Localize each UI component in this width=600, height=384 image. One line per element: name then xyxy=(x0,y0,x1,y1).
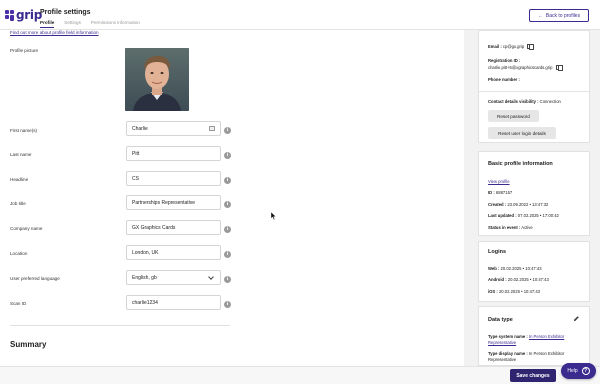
created-row: Created : 23.09.2022 • 13:47:32 xyxy=(488,202,549,207)
reset-password-button[interactable]: Reset password xyxy=(488,110,539,122)
help-label: Help xyxy=(567,368,578,374)
contact-card-icon xyxy=(209,126,215,131)
contact-details-card: Email : cp@gx.grip Registration ID : cha… xyxy=(478,30,590,143)
headline-info-icon[interactable]: i xyxy=(224,177,231,184)
type-display-name-row: Type display name : In Person Exhibitor … xyxy=(488,351,565,362)
basic-profile-info-title: Basic profile information xyxy=(488,161,553,167)
profile-id-row: ID : 6887157 xyxy=(488,190,513,195)
arrow-left-icon: ← xyxy=(537,12,543,19)
profile-id-value: 6887157 xyxy=(495,190,513,195)
preferred-language-info-icon[interactable]: i xyxy=(224,276,231,283)
data-type-title: Data type xyxy=(488,317,513,323)
company-name-info-icon[interactable]: i xyxy=(224,226,231,233)
first-name-info-icon[interactable]: i xyxy=(224,127,231,134)
email-label: Email : xyxy=(488,44,502,49)
headline-value: CS xyxy=(132,175,139,182)
job-title-value: Partnerships Representative xyxy=(132,199,196,206)
question-mark-icon: ? xyxy=(581,367,590,375)
job-title-input[interactable]: Partnerships Representative xyxy=(126,195,221,210)
back-to-profiles-button[interactable]: ← Back to profiles xyxy=(529,9,589,22)
profile-picture[interactable] xyxy=(125,48,189,111)
view-profile-link[interactable]: View profile xyxy=(488,179,510,184)
back-to-profiles-label: Back to profiles xyxy=(545,12,581,19)
scan-id-value: charlie1234 xyxy=(132,299,158,306)
contact-visibility-value: Connection xyxy=(539,99,561,104)
location-input[interactable]: London, UK xyxy=(126,245,221,260)
contact-visibility-label: Contact details visibility : xyxy=(488,99,539,104)
last-updated-value: 07.02.2025 • 17:00:42 xyxy=(517,213,559,218)
scan-id-input[interactable]: charlie1234 xyxy=(126,295,221,310)
company-name-input[interactable]: GX Graphics Cards xyxy=(126,220,221,235)
first-name-value: Charlie xyxy=(132,125,148,132)
first-name-label: First name(s) xyxy=(10,128,38,133)
copy-icon[interactable] xyxy=(527,43,535,50)
scan-id-info-icon[interactable]: i xyxy=(224,301,231,308)
top-header: grip Profile settings Profile Settings P… xyxy=(0,0,600,30)
registration-id-value: charlie.pitt+5@xgraphicscards.grip xyxy=(488,65,553,70)
section-divider xyxy=(10,325,230,326)
save-changes-button[interactable]: Save changes xyxy=(510,369,556,382)
grip-logo-text: grip xyxy=(16,8,43,22)
grip-logo[interactable]: grip xyxy=(5,8,42,22)
status-value: Active xyxy=(521,225,533,230)
ios-login-row: iOS : 20.02.2025 • 10:47:43 xyxy=(488,289,541,294)
data-type-card: Data type Type system name : Type system… xyxy=(478,306,590,366)
last-name-input[interactable]: Pitt xyxy=(126,146,221,161)
chevron-down-icon xyxy=(208,273,214,280)
logins-title: Logins xyxy=(488,249,507,255)
profile-picture-image xyxy=(125,48,189,111)
android-login-row: Android : 20.02.2025 • 10:47:43 xyxy=(488,277,549,282)
company-name-label: Company name xyxy=(10,226,43,231)
tab-settings[interactable]: Settings xyxy=(64,20,81,28)
preferred-language-select[interactable]: English, gb xyxy=(126,270,221,285)
contact-visibility-row: Contact details visibility : Connection xyxy=(488,99,561,104)
tab-permissions-information[interactable]: Permissions information xyxy=(91,20,140,28)
tab-profile[interactable]: Profile xyxy=(40,20,55,28)
web-login-row: Web : 20.02.2025 • 10:47:43 xyxy=(488,266,542,271)
email-row: Email : cp@gx.grip xyxy=(488,43,535,50)
web-login-value: 20.02.2025 • 10:47:43 xyxy=(500,266,542,271)
help-button[interactable]: Help ? xyxy=(561,363,596,379)
logins-card: Logins Web : 20.02.2025 • 10:47:43 Andro… xyxy=(478,241,590,302)
headline-input[interactable]: CS xyxy=(126,171,221,186)
type-system-name-link[interactable]: In Person Exhibitor Representative xyxy=(488,334,564,345)
profile-picture-label: Profile picture xyxy=(10,48,39,53)
email-value: cp@gx.grip xyxy=(502,44,525,49)
first-name-input[interactable]: Charlie xyxy=(126,121,221,136)
company-name-value: GX Graphics Cards xyxy=(132,224,176,231)
location-info-icon[interactable]: i xyxy=(224,251,231,258)
phone-number-label: Phone number : xyxy=(488,77,520,82)
preferred-language-value: English, gb xyxy=(132,274,157,281)
page-title: Profile settings xyxy=(40,9,91,16)
last-name-info-icon[interactable]: i xyxy=(224,152,231,159)
profile-form: Find out more about profile field inform… xyxy=(0,30,464,384)
edit-pencil-icon[interactable] xyxy=(573,315,580,322)
type-system-name-wrap: Type system name : In Person Exhibitor R… xyxy=(488,334,582,346)
summary-heading: Summary xyxy=(10,340,47,349)
registration-id-row: charlie.pitt+5@xgraphicscards.grip xyxy=(488,64,563,71)
scan-id-label: Scan ID xyxy=(10,301,27,306)
tab-bar: Profile Settings Permissions information xyxy=(40,20,140,28)
location-label: Location xyxy=(10,251,28,256)
preferred-language-label: User preferred language xyxy=(10,276,60,281)
profile-field-info-link[interactable]: Find out more about profile field inform… xyxy=(10,30,99,35)
basic-profile-info-card: Basic profile information View profile I… xyxy=(478,151,590,236)
reset-login-details-button[interactable]: Reset user login details xyxy=(488,127,556,139)
mouse-cursor-icon xyxy=(271,212,277,220)
copy-icon[interactable] xyxy=(555,64,563,71)
grip-logo-icon xyxy=(5,9,14,21)
ios-login-value: 20.02.2025 • 10:47:43 xyxy=(498,289,541,294)
android-login-value: 20.02.2025 • 10:47:43 xyxy=(507,277,549,282)
last-name-value: Pitt xyxy=(132,150,140,157)
registration-id-label: Registration ID : xyxy=(488,58,521,63)
last-updated-row: Last updated : 07.02.2025 • 17:00:42 xyxy=(488,213,559,218)
status-row: Status in event : Active xyxy=(488,225,533,230)
job-title-label: Job title xyxy=(10,201,26,206)
card-divider xyxy=(479,91,589,92)
location-value: London, UK xyxy=(132,249,159,256)
headline-label: Headline xyxy=(10,177,29,182)
last-name-label: Last name xyxy=(10,152,32,157)
job-title-info-icon[interactable]: i xyxy=(224,201,231,208)
created-value: 23.09.2022 • 13:47:32 xyxy=(507,202,549,207)
